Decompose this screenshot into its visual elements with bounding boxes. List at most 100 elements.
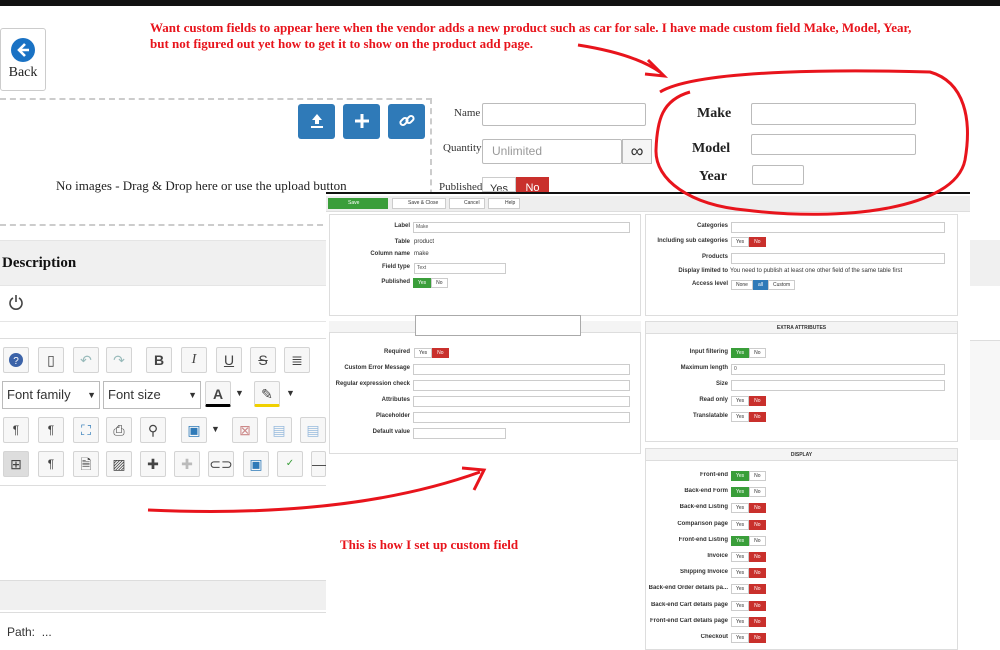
ltr-icon[interactable]: ¶ bbox=[3, 417, 29, 443]
admin-maxlen-input[interactable]: 0 bbox=[731, 364, 945, 375]
fullscreen-icon[interactable]: ⛶ bbox=[73, 417, 99, 443]
delete-table-icon[interactable]: ⊠ bbox=[232, 417, 258, 443]
admin-categories-input[interactable] bbox=[731, 222, 945, 233]
underline-button[interactable]: U bbox=[216, 347, 242, 373]
make-input[interactable] bbox=[751, 103, 916, 125]
link-button[interactable] bbox=[388, 104, 425, 139]
upload-button[interactable] bbox=[298, 104, 335, 139]
row-after-icon[interactable]: ▤ bbox=[300, 417, 326, 443]
toggle-no[interactable]: No bbox=[432, 348, 449, 358]
display-row-toggle[interactable]: Yes No bbox=[731, 487, 766, 498]
display-row-toggle[interactable]: Yes No bbox=[731, 535, 766, 546]
strikethrough-button[interactable]: S bbox=[250, 347, 276, 373]
toggle-no[interactable]: No bbox=[749, 584, 766, 595]
toggle-yes[interactable]: Yes bbox=[731, 616, 750, 627]
chevron-down-icon[interactable]: ▼ bbox=[286, 388, 295, 398]
toggle-yes[interactable]: Yes bbox=[731, 503, 750, 514]
justify-icon[interactable]: ≣ bbox=[284, 347, 310, 373]
admin-readonly-toggle[interactable]: Yes No bbox=[731, 396, 766, 406]
display-row-toggle[interactable]: Yes No bbox=[731, 519, 766, 530]
link-tb-icon[interactable]: ⊂⊃ bbox=[208, 451, 234, 477]
row-before-icon[interactable]: ▤ bbox=[266, 417, 292, 443]
redo-icon[interactable]: ↷ bbox=[106, 347, 132, 373]
toggle-no[interactable]: No bbox=[749, 519, 766, 530]
admin-cancel-button[interactable]: Cancel bbox=[449, 198, 485, 209]
toggle-no[interactable]: No bbox=[749, 568, 766, 579]
new-document-icon[interactable]: ▯ bbox=[38, 347, 64, 373]
toggle-no[interactable]: No bbox=[749, 600, 766, 611]
template-icon[interactable]: ▣ bbox=[181, 417, 207, 443]
toggle-yes[interactable]: Yes bbox=[731, 396, 750, 406]
admin-filter-toggle[interactable]: Yes No bbox=[731, 348, 766, 358]
quantity-input[interactable]: Unlimited bbox=[482, 139, 622, 164]
power-toggle-icon[interactable] bbox=[8, 294, 24, 310]
table-icon[interactable]: ⊞ bbox=[3, 451, 29, 477]
admin-default-input[interactable] bbox=[413, 428, 506, 439]
font-size-select[interactable]: Font size ▼ bbox=[103, 381, 201, 409]
anchor-icon[interactable]: ✚ bbox=[140, 451, 166, 477]
admin-translatable-toggle[interactable]: Yes No bbox=[731, 412, 766, 422]
admin-field-type-select[interactable]: Text bbox=[414, 263, 506, 274]
toggle-no[interactable]: No bbox=[749, 237, 766, 247]
search-replace-icon[interactable]: ⚲ bbox=[140, 417, 166, 443]
year-input[interactable] bbox=[752, 165, 804, 185]
undo-icon[interactable]: ↶ bbox=[73, 347, 99, 373]
toggle-yes[interactable]: Yes bbox=[731, 348, 750, 358]
toggle-yes[interactable]: Yes bbox=[731, 600, 750, 611]
admin-attributes-input[interactable] bbox=[413, 396, 630, 407]
admin-placeholder-input[interactable] bbox=[413, 412, 630, 423]
toggle-no[interactable]: No bbox=[749, 471, 766, 481]
display-row-toggle[interactable]: Yes No bbox=[731, 568, 766, 579]
bold-button[interactable]: B bbox=[146, 347, 172, 373]
toggle-yes[interactable]: Yes bbox=[731, 633, 750, 643]
toggle-no[interactable]: No bbox=[749, 412, 766, 422]
display-row-toggle[interactable]: Yes No bbox=[731, 471, 766, 481]
toggle-no[interactable]: No bbox=[749, 396, 766, 406]
toggle-yes[interactable]: Yes bbox=[731, 471, 750, 481]
toggle-no[interactable]: No bbox=[749, 348, 766, 358]
toggle-yes[interactable]: Yes bbox=[731, 535, 750, 546]
display-row-toggle[interactable]: Yes No bbox=[731, 552, 766, 562]
display-row-toggle[interactable]: Yes No bbox=[731, 584, 766, 595]
admin-error-msg-input[interactable] bbox=[413, 364, 630, 375]
admin-access-toggle[interactable]: None all Custom bbox=[731, 280, 796, 290]
font-family-select[interactable]: Font family ▼ bbox=[2, 381, 100, 409]
toggle-yes[interactable]: Yes bbox=[731, 412, 750, 422]
rtl-icon[interactable]: ¶ bbox=[38, 417, 64, 443]
toggle-no[interactable]: No bbox=[749, 535, 766, 546]
admin-published-toggle[interactable]: Yes No bbox=[413, 278, 448, 288]
toggle-no[interactable]: No bbox=[749, 503, 766, 514]
toggle-yes[interactable]: Yes bbox=[731, 552, 750, 562]
toggle-yes[interactable]: Yes bbox=[731, 237, 750, 247]
image-icon[interactable]: ▨ bbox=[106, 451, 132, 477]
admin-save-close-button[interactable]: Save & Close bbox=[392, 198, 446, 209]
admin-subcat-toggle[interactable]: Yes No bbox=[731, 237, 766, 247]
admin-label-input[interactable]: Make bbox=[413, 222, 630, 233]
text-color-icon[interactable]: A bbox=[205, 381, 231, 407]
display-row-toggle[interactable]: Yes No bbox=[731, 616, 766, 627]
admin-required-toggle[interactable]: Yes No bbox=[414, 348, 449, 358]
published-no[interactable]: No bbox=[516, 177, 549, 192]
admin-save-button[interactable]: Save bbox=[328, 198, 388, 209]
published-yes[interactable]: Yes bbox=[482, 177, 516, 192]
toggle-yes[interactable]: Yes bbox=[731, 584, 750, 595]
unlimited-button[interactable]: ∞ bbox=[622, 139, 652, 164]
back-button[interactable]: Back bbox=[0, 28, 46, 91]
spellcheck-icon[interactable]: ✓ bbox=[277, 451, 303, 477]
media-icon[interactable]: ▣ bbox=[243, 451, 269, 477]
toggle-no[interactable]: No bbox=[431, 278, 448, 288]
toggle-yes[interactable]: Yes bbox=[731, 487, 750, 498]
display-row-toggle[interactable]: Yes No bbox=[731, 633, 766, 643]
chevron-down-icon[interactable]: ▼ bbox=[235, 388, 244, 398]
unlink-icon[interactable]: ✚ bbox=[174, 451, 200, 477]
toggle-no[interactable]: No bbox=[749, 616, 766, 627]
chevron-down-icon[interactable]: ▼ bbox=[211, 424, 220, 434]
document-icon[interactable]: 🗎 bbox=[73, 451, 99, 477]
name-input[interactable] bbox=[482, 103, 646, 126]
italic-button[interactable]: I bbox=[181, 347, 207, 373]
paragraph-icon[interactable]: ¶ bbox=[38, 451, 64, 477]
admin-products-input[interactable] bbox=[731, 253, 945, 264]
access-all[interactable]: all bbox=[752, 280, 768, 290]
toggle-yes[interactable]: Yes bbox=[413, 278, 432, 288]
access-none[interactable]: None bbox=[731, 280, 753, 290]
